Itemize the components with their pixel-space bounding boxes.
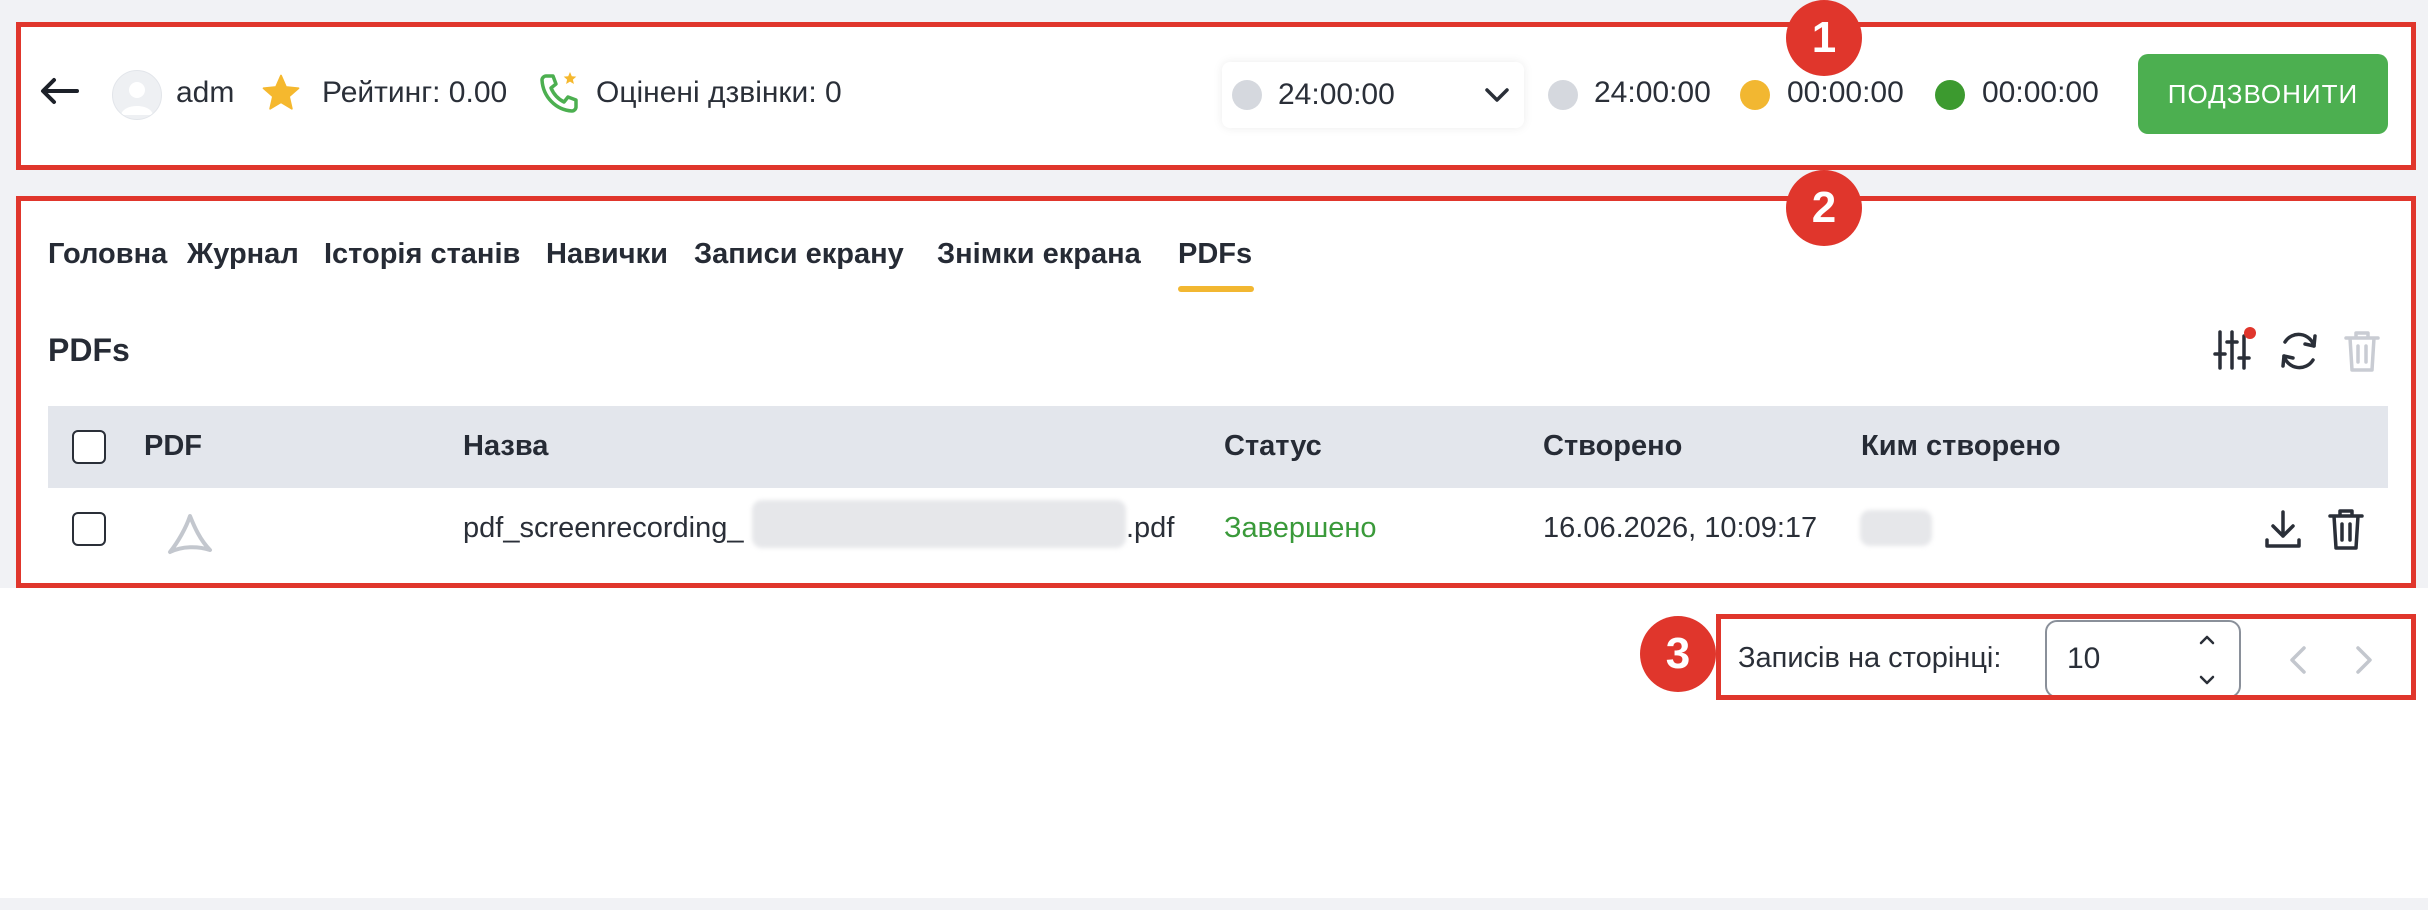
- tab-journal[interactable]: Журнал: [187, 238, 299, 271]
- file-name-suffix: .pdf: [1126, 512, 1175, 544]
- column-header-created: Створено: [1543, 430, 1683, 462]
- row-checkbox[interactable]: [72, 512, 106, 546]
- user-icon: [121, 82, 153, 115]
- delete-icon[interactable]: [2326, 506, 2366, 552]
- status-badge: Завершено: [1224, 512, 1377, 544]
- tab-pdfs[interactable]: PDFs: [1178, 238, 1252, 271]
- status-select[interactable]: 24:00:00: [1222, 62, 1524, 128]
- rated-calls-text: Оцінені дзвінки: 0: [596, 76, 842, 109]
- chevron-down-icon: [1485, 88, 1509, 102]
- tab-home[interactable]: Головна: [48, 238, 167, 271]
- annotation-marker-2: 2: [1786, 170, 1862, 246]
- rating-text: Рейтинг: 0.00: [322, 76, 508, 109]
- back-button[interactable]: [34, 66, 84, 116]
- file-name-prefix: pdf_screenrecording_: [463, 512, 744, 544]
- column-header-name: Назва: [463, 430, 549, 462]
- timer-green-dot: [1935, 80, 1965, 110]
- tab-screenshots[interactable]: Знімки екрана: [937, 238, 1141, 271]
- section-title: PDFs: [48, 332, 130, 368]
- arrow-left-icon: [41, 78, 79, 104]
- refresh-icon[interactable]: [2276, 328, 2322, 374]
- star-icon: [262, 74, 300, 110]
- active-tab-indicator: [1178, 286, 1254, 292]
- timer-yellow-dot: [1740, 80, 1770, 110]
- column-header-created-by: Ким створено: [1861, 430, 2061, 462]
- select-all-checkbox[interactable]: [72, 430, 106, 464]
- status-select-value: 24:00:00: [1278, 78, 1395, 111]
- tab-skills[interactable]: Навички: [546, 238, 668, 271]
- rows-per-page-value: 10: [2067, 642, 2101, 675]
- call-button[interactable]: ПОДЗВОНИТИ: [2138, 54, 2388, 134]
- timer-gray: 24:00:00: [1594, 76, 1711, 109]
- avatar: [112, 70, 162, 120]
- timer-yellow: 00:00:00: [1787, 76, 1904, 109]
- next-page-icon[interactable]: [2348, 642, 2378, 678]
- chevron-up-icon[interactable]: [2197, 630, 2217, 650]
- redacted-author: [1860, 510, 1932, 546]
- previous-page-icon[interactable]: [2284, 642, 2314, 678]
- created-date: 16.06.2026, 10:09:17: [1543, 512, 1818, 544]
- trash-icon-disabled: [2344, 331, 2380, 372]
- filter-settings-icon[interactable]: [2212, 326, 2256, 372]
- download-icon[interactable]: [2262, 506, 2304, 552]
- tab-state-history[interactable]: Історія станів: [324, 238, 520, 271]
- annotation-marker-1: 1: [1786, 0, 1862, 76]
- timer-gray-dot: [1548, 80, 1578, 110]
- column-header-pdf: PDF: [144, 430, 202, 462]
- column-header-status: Статус: [1224, 430, 1322, 462]
- username: adm: [176, 76, 235, 109]
- timer-green: 00:00:00: [1982, 76, 2099, 109]
- chevron-down-small-icon[interactable]: [2197, 670, 2217, 690]
- phone-star-icon: [540, 72, 578, 113]
- redacted-filename: [752, 500, 1126, 548]
- annotation-marker-3: 3: [1640, 616, 1716, 692]
- status-dot-gray: [1232, 80, 1262, 110]
- rows-per-page-label: Записів на сторінці:: [1738, 642, 2002, 674]
- pdf-file-icon: [168, 514, 212, 554]
- tab-screen-recordings[interactable]: Записи екрану: [694, 238, 904, 271]
- rows-per-page-input[interactable]: 10: [2045, 620, 2241, 698]
